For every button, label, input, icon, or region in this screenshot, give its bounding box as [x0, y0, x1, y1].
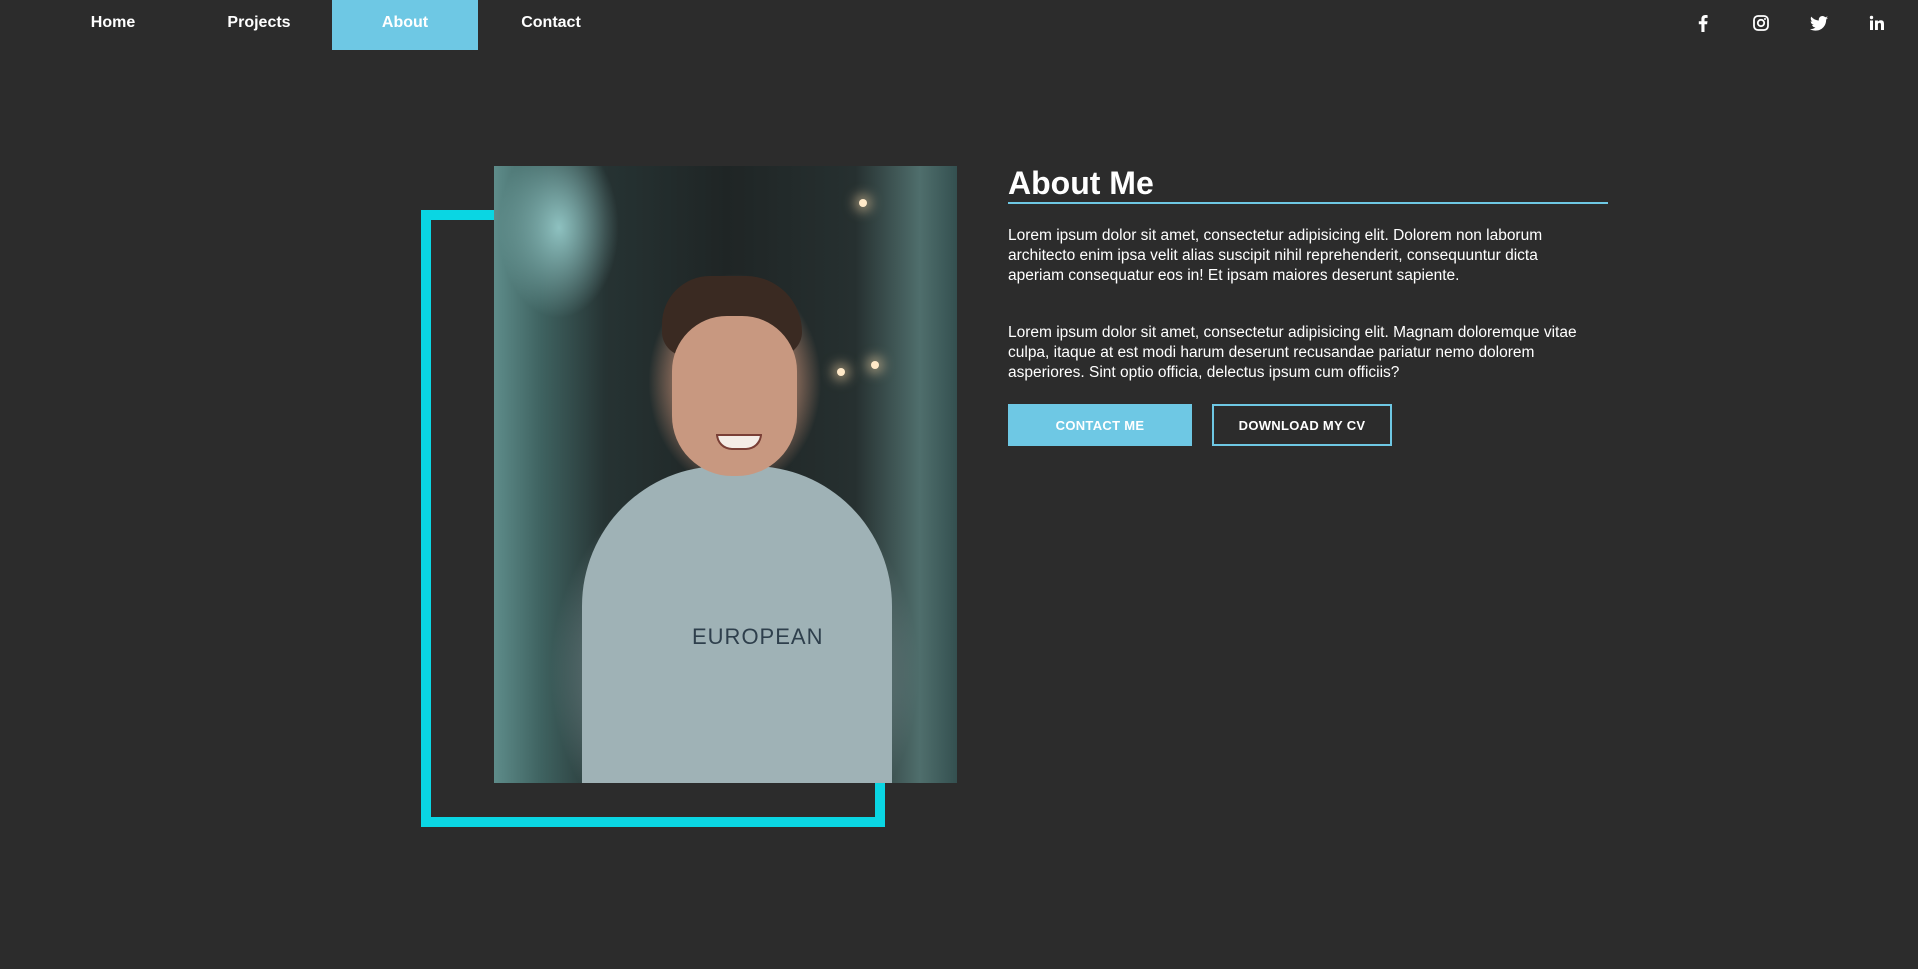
top-nav: Home Projects About Contact — [0, 0, 1918, 50]
twitter-icon[interactable] — [1790, 0, 1848, 46]
social-links — [1674, 0, 1906, 46]
lamp-light — [837, 368, 845, 376]
instagram-icon[interactable] — [1732, 0, 1790, 46]
about-actions: CONTACT ME DOWNLOAD MY CV — [1008, 404, 1608, 446]
about-section: About Me Lorem ipsum dolor sit amet, con… — [1008, 164, 1608, 446]
nav-links: Home Projects About Contact — [40, 0, 624, 50]
facebook-icon[interactable] — [1674, 0, 1732, 46]
about-paragraph-1: Lorem ipsum dolor sit amet, consectetur … — [1008, 227, 1543, 284]
download-cv-button[interactable]: DOWNLOAD MY CV — [1212, 404, 1392, 446]
hoodie-print: EUROPEAN — [692, 624, 824, 649]
linkedin-icon[interactable] — [1848, 0, 1906, 46]
lamp-light — [871, 361, 879, 369]
profile-photo: EUROPEAN — [494, 166, 957, 783]
nav-item-contact[interactable]: Contact — [478, 0, 624, 50]
contact-me-button[interactable]: CONTACT ME — [1008, 404, 1192, 446]
nav-item-projects[interactable]: Projects — [186, 0, 332, 50]
photo-face — [672, 316, 797, 476]
page-title: About Me — [1008, 164, 1608, 204]
about-paragraph-2: Lorem ipsum dolor sit amet, consectetur … — [1008, 324, 1577, 381]
lamp-light — [859, 199, 867, 207]
nav-item-about[interactable]: About — [332, 0, 478, 50]
nav-item-home[interactable]: Home — [40, 0, 186, 50]
